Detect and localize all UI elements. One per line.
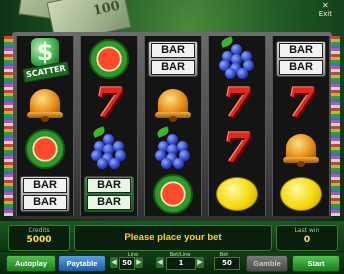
last-win-display: Last win 0 xyxy=(276,225,338,251)
grapes-symbol xyxy=(89,125,129,169)
lines-decrease-button[interactable]: ◀ xyxy=(110,257,118,268)
scatter-label: SCATTER xyxy=(22,60,70,83)
reel-5: BAR BAR 7 xyxy=(272,36,330,216)
reel-cell: 7 xyxy=(81,81,137,126)
reel-cell: 7 xyxy=(209,81,265,126)
reel-cell xyxy=(145,81,201,126)
reel-cell: 7 xyxy=(273,81,329,126)
grape xyxy=(237,67,248,79)
exit-button[interactable]: ✕ Exit xyxy=(318,1,332,19)
grape xyxy=(109,157,120,169)
scatter-symbol: $ SCATTER xyxy=(21,37,70,83)
bar-bar-symbol: BAR BAR xyxy=(84,175,134,212)
status-message: Please place your bet xyxy=(74,225,272,251)
exit-label: Exit xyxy=(318,10,332,18)
bet-per-line-value: 1 xyxy=(166,257,196,270)
reel-cell xyxy=(145,125,201,171)
reel-cell xyxy=(17,126,73,171)
lemon-symbol xyxy=(216,176,258,211)
bar-text: BAR xyxy=(279,59,323,75)
grape xyxy=(231,43,242,55)
bar-bar-symbol: BAR BAR xyxy=(148,40,198,77)
lines-value: 50 xyxy=(119,257,135,270)
grape xyxy=(167,133,178,145)
last-win-label: Last win xyxy=(294,227,320,234)
grape xyxy=(225,67,236,79)
grape xyxy=(97,157,108,169)
seven-symbol: 7 xyxy=(287,79,315,127)
reel-cell: BAR BAR xyxy=(17,171,73,216)
reel-cell: $ SCATTER xyxy=(17,36,73,83)
bar-text: BAR xyxy=(23,194,67,210)
credits-label: Credits xyxy=(28,227,50,234)
bell-symbol xyxy=(283,131,319,167)
bar-text: BAR xyxy=(87,194,131,210)
grapes-symbol xyxy=(217,35,257,79)
payline-indicator-left xyxy=(4,36,13,216)
grape xyxy=(103,133,114,145)
start-button[interactable]: Start xyxy=(292,255,340,272)
autoplay-button[interactable]: Autoplay xyxy=(6,255,56,272)
seven-symbol: 7 xyxy=(223,124,251,172)
reel-2: 7 BAR BAR xyxy=(80,36,138,216)
bet-per-line-decrease-button[interactable]: ◀ xyxy=(156,257,164,268)
seven-symbol: 7 xyxy=(95,79,123,127)
bell-ball xyxy=(297,160,305,167)
bell-ball xyxy=(169,115,177,122)
bar-text: BAR xyxy=(23,177,67,193)
reel-cell xyxy=(81,125,137,171)
bell-ball xyxy=(41,115,49,122)
bell-symbol xyxy=(27,86,63,122)
last-win-value: 0 xyxy=(303,235,311,245)
lemon-symbol xyxy=(280,176,322,211)
reel-cell: BAR BAR xyxy=(81,171,137,216)
bar-bar-symbol: BAR BAR xyxy=(20,175,70,212)
reel-cell xyxy=(209,35,265,81)
reel-cell: 7 xyxy=(209,126,265,171)
credits-display: Credits 5000 xyxy=(8,225,70,251)
reel-cell xyxy=(273,171,329,216)
watermelon-symbol xyxy=(25,128,65,169)
reel-cell xyxy=(17,81,73,126)
close-icon: ✕ xyxy=(322,1,329,10)
bar-text: BAR xyxy=(151,42,195,58)
reel-cell: BAR BAR xyxy=(145,36,201,81)
reel-cell: BAR BAR xyxy=(273,36,329,81)
grape xyxy=(173,157,184,169)
bar-text: BAR xyxy=(87,177,131,193)
bar-bar-symbol: BAR BAR xyxy=(276,40,326,77)
banknote-value: 100 xyxy=(91,0,122,19)
gamble-button[interactable]: Gamble xyxy=(246,255,288,272)
credits-value: 5000 xyxy=(26,235,52,245)
dollar-icon: $ xyxy=(31,37,59,66)
lines-increase-button[interactable]: ▶ xyxy=(135,257,143,268)
reel-cell xyxy=(145,171,201,216)
payline-indicator-right xyxy=(331,36,340,216)
reel-4: 77 xyxy=(208,35,266,216)
grapes-symbol xyxy=(153,125,193,169)
reel-cell xyxy=(81,36,137,81)
bet-value: 50 xyxy=(214,257,240,270)
watermelon-symbol xyxy=(153,173,193,214)
seven-symbol: 7 xyxy=(223,79,251,127)
bell-symbol xyxy=(155,86,191,122)
reel-cell xyxy=(273,126,329,171)
reel-cell xyxy=(209,171,265,216)
reel-3: BAR BAR xyxy=(144,36,202,216)
bar-text: BAR xyxy=(151,59,195,75)
bar-text: BAR xyxy=(279,42,323,58)
grape xyxy=(161,157,172,169)
paytable-button[interactable]: Paytable xyxy=(58,255,106,272)
watermelon-symbol xyxy=(89,38,129,79)
bet-per-line-increase-button[interactable]: ▶ xyxy=(196,257,204,268)
reel-1: $ SCATTER BAR BAR xyxy=(16,36,74,216)
